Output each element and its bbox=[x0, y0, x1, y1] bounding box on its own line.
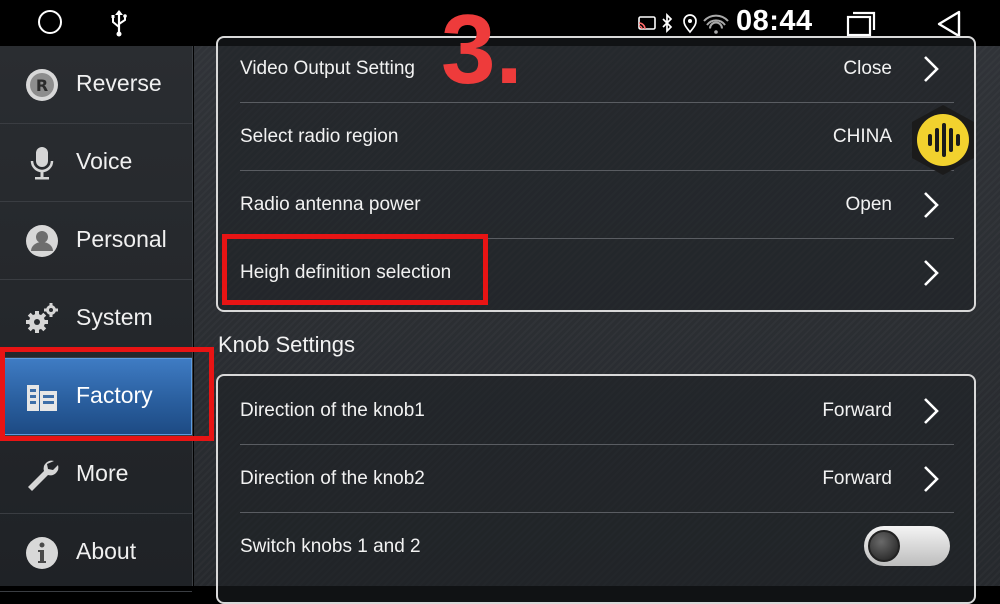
sidebar-item-about[interactable]: About bbox=[0, 514, 192, 592]
row-video-output-setting[interactable]: Video Output Setting Close bbox=[240, 34, 954, 103]
wrench-icon bbox=[28, 460, 59, 491]
chevron-right-icon bbox=[924, 398, 939, 424]
chevron-right-icon bbox=[924, 56, 939, 82]
row-label: Video Output Setting bbox=[240, 58, 415, 79]
chevron-right-icon bbox=[924, 192, 939, 218]
sidebar-item-label: About bbox=[76, 538, 137, 564]
step-number-annotation: 3. bbox=[441, 0, 523, 104]
sidebar-item-more[interactable]: More bbox=[0, 436, 192, 514]
switch-knobs-toggle[interactable] bbox=[864, 526, 950, 566]
row-radio-antenna-power[interactable]: Radio antenna power Open bbox=[240, 170, 954, 239]
gears-icon bbox=[26, 303, 58, 333]
highlight-box-factory bbox=[0, 347, 214, 441]
row-label: Select radio region bbox=[240, 126, 399, 147]
sidebar-item-label: Voice bbox=[76, 148, 133, 174]
row-label: Direction of the knob2 bbox=[240, 468, 425, 489]
wifi-icon bbox=[703, 14, 729, 34]
row-select-radio-region[interactable]: Select radio region CHINA bbox=[240, 102, 954, 171]
system-status-icons bbox=[638, 13, 729, 34]
highlight-box-heigh-definition bbox=[222, 234, 488, 305]
row-label: Direction of the knob1 bbox=[240, 400, 425, 421]
sidebar-item-label: More bbox=[76, 460, 129, 486]
settings-content: Video Output Setting Close Select radio … bbox=[194, 36, 1000, 604]
sidebar-item-label: Reverse bbox=[76, 70, 162, 96]
sidebar-item-personal[interactable]: Personal bbox=[0, 202, 192, 280]
row-direction-knob1[interactable]: Direction of the knob1 Forward bbox=[240, 376, 954, 445]
toggle-knob bbox=[868, 530, 900, 562]
section-title-knob-settings: Knob Settings bbox=[218, 332, 355, 357]
microphone-icon bbox=[30, 147, 54, 180]
row-value: Close bbox=[843, 58, 892, 79]
sidebar-item-voice[interactable]: Voice bbox=[0, 124, 192, 202]
cast-icon bbox=[638, 16, 656, 30]
row-direction-knob2[interactable]: Direction of the knob2 Forward bbox=[240, 444, 954, 513]
row-value: Forward bbox=[822, 468, 892, 489]
row-value: Open bbox=[845, 194, 892, 215]
row-label: Radio antenna power bbox=[240, 194, 421, 215]
row-switch-knobs[interactable]: Switch knobs 1 and 2 bbox=[240, 512, 954, 580]
chevron-right-icon bbox=[924, 466, 939, 492]
reverse-icon: R bbox=[26, 69, 58, 101]
sidebar-item-reverse[interactable]: R Reverse bbox=[0, 46, 192, 124]
info-icon bbox=[26, 537, 58, 569]
usb-icon bbox=[111, 10, 127, 37]
row-label: Switch knobs 1 and 2 bbox=[240, 536, 421, 557]
voice-assistant-button[interactable] bbox=[906, 103, 980, 177]
chevron-right-icon bbox=[924, 260, 939, 286]
sidebar-item-label: Personal bbox=[76, 226, 167, 252]
row-value: CHINA bbox=[832, 126, 892, 147]
sidebar: R Reverse Voice Personal System Factory … bbox=[0, 46, 193, 592]
location-icon bbox=[683, 14, 697, 34]
bluetooth-icon bbox=[662, 13, 673, 34]
row-value: Forward bbox=[822, 400, 892, 421]
sidebar-item-label: System bbox=[76, 304, 153, 330]
knob-settings-panel: Direction of the knob1 Forward Direction… bbox=[216, 374, 976, 604]
person-icon bbox=[26, 225, 58, 257]
svg-text:R: R bbox=[36, 76, 48, 95]
home-circle-icon[interactable] bbox=[38, 10, 62, 34]
